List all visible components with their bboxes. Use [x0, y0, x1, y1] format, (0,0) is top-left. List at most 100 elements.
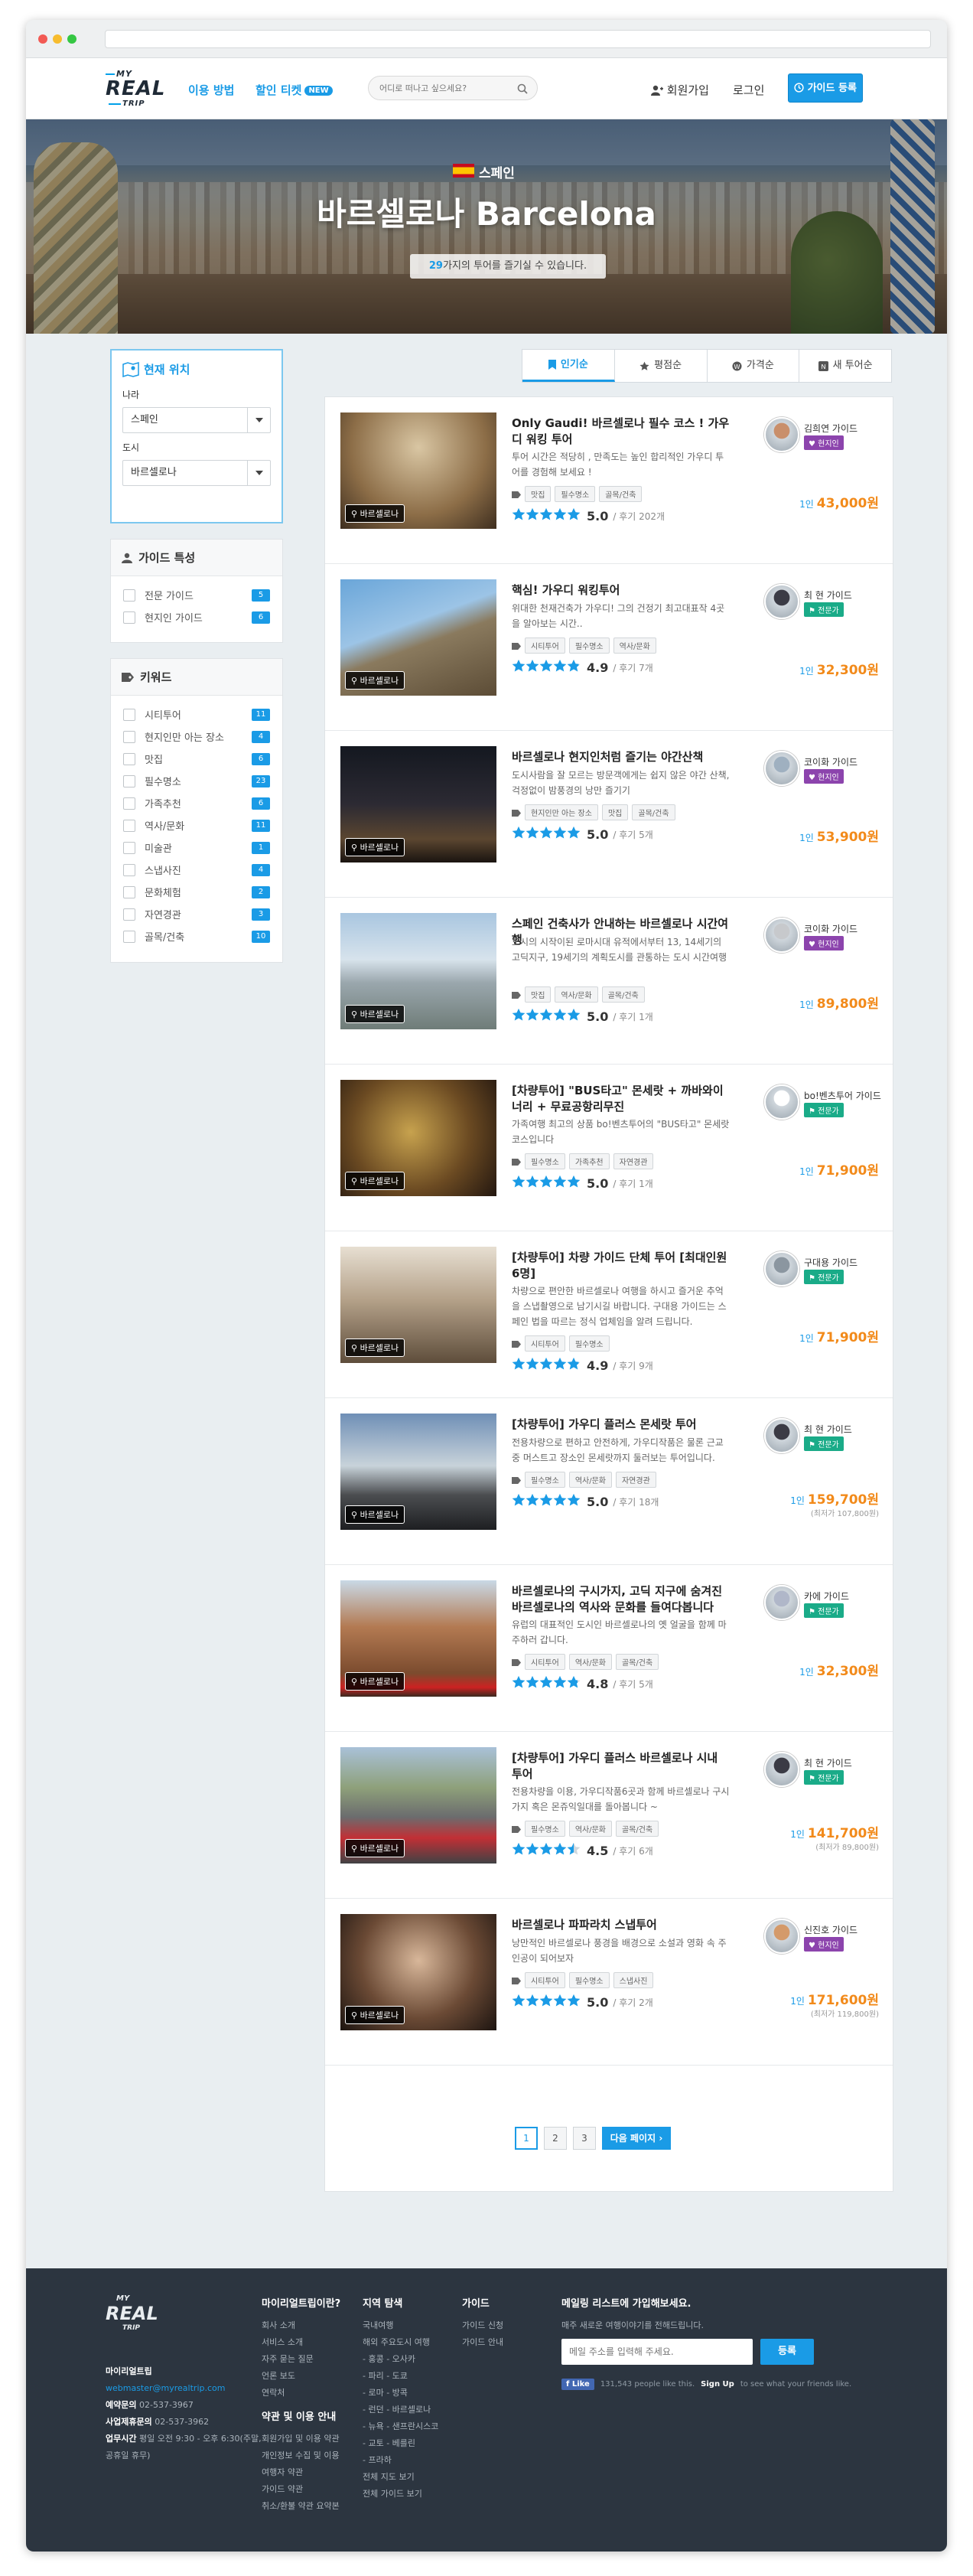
signup-link[interactable]: 회원가입 [651, 82, 709, 98]
tour-tag[interactable]: 필수명소 [525, 1472, 565, 1488]
minimize-window-icon[interactable] [53, 34, 62, 44]
guide-profile[interactable]: 김희연 가이드 ♥ 현지인 [764, 417, 879, 454]
footer-link[interactable]: - 뉴욕 - 샌프란시스코 [363, 2418, 438, 2435]
tour-title[interactable]: Only Gaudi! 바르셀로나 필수 코스 ! 가우디 워킹 투어 [512, 416, 731, 448]
tour-tag[interactable]: 골목/건축 [599, 486, 643, 502]
footer-link[interactable]: 회사 소개 [262, 2317, 340, 2334]
checkbox[interactable] [123, 819, 135, 832]
keyword-filter-item[interactable]: 가족추천 6 [111, 792, 282, 814]
facebook-signup-link[interactable]: Sign Up [701, 2380, 734, 2389]
keyword-filter-item[interactable]: 시티투어 11 [111, 703, 282, 726]
review-count[interactable]: / 후기 6개 [613, 1844, 652, 1857]
tour-title[interactable]: [차량투어] "BUS타고" 몬세랏 + 까바와이너리 + 무료공항리무진 [512, 1083, 731, 1115]
tour-title[interactable]: [차량투어] 차량 가이드 단체 투어 [최대인원 6명] [512, 1250, 731, 1282]
tour-card[interactable]: ⚲ 바르셀로나 스페인 건축사가 안내하는 바르셀로나 시간여행 도시의 시작이된 … [325, 898, 893, 1065]
guide-name[interactable]: 코이화 가이드 [804, 922, 857, 935]
review-count[interactable]: / 후기 18개 [613, 1495, 659, 1508]
footer-link[interactable]: 국내여행 [363, 2317, 438, 2334]
guide-name[interactable]: 구대용 가이드 [804, 1256, 857, 1269]
guide-profile[interactable]: bo!벤츠투어 가이드 ⚑ 전문가 [764, 1084, 881, 1121]
review-count[interactable]: / 후기 5개 [613, 1678, 652, 1691]
guide-type-filter-item[interactable]: 현지인 가이드 6 [111, 606, 282, 628]
guide-profile[interactable]: 신진호 가이드 ♥ 현지인 [764, 1919, 879, 1955]
tour-tag[interactable]: 필수명소 [555, 486, 596, 502]
tour-thumbnail[interactable]: ⚲ 바르셀로나 [340, 1914, 496, 2030]
footer-logo[interactable]: MY REAL TRIP [106, 2294, 158, 2332]
checkbox[interactable] [123, 930, 135, 943]
checkbox[interactable] [123, 774, 135, 787]
tour-tag[interactable]: 역사/문화 [568, 1821, 612, 1837]
tour-tag[interactable]: 스냅사진 [613, 1972, 654, 1988]
site-logo[interactable]: MY REAL TRIP [106, 69, 164, 110]
guide-profile[interactable]: 코이화 가이드 ♥ 현지인 [764, 751, 879, 787]
tour-tag[interactable]: 시티투어 [525, 1335, 565, 1352]
guide-name[interactable]: 코이화 가이드 [804, 755, 857, 768]
tour-tag[interactable]: 필수명소 [568, 1335, 610, 1352]
footer-link[interactable]: - 런던 - 바르셀로나 [363, 2402, 438, 2418]
keyword-filter-item[interactable]: 문화체험 2 [111, 881, 282, 903]
guide-avatar[interactable] [764, 1084, 799, 1120]
tour-tag[interactable]: 맛집 [525, 986, 552, 1003]
tour-tag[interactable]: 필수명소 [525, 1821, 565, 1837]
guide-profile[interactable]: 코이화 가이드 ♥ 현지인 [764, 918, 879, 954]
tab-popular[interactable]: 인기순 [522, 350, 615, 382]
tour-card[interactable]: ⚲ 바르셀로나 [차량투어] 차량 가이드 단체 투어 [최대인원 6명] 차량으로… [325, 1231, 893, 1398]
chevron-down-icon[interactable] [247, 408, 270, 432]
tour-tag[interactable]: 골목/건축 [632, 804, 675, 820]
tour-tag[interactable]: 시티투어 [525, 1654, 565, 1670]
guide-name[interactable]: 최 현 가이드 [804, 589, 852, 602]
checkbox[interactable] [123, 752, 135, 765]
guide-name[interactable]: 최 현 가이드 [804, 1423, 852, 1436]
tour-thumbnail[interactable]: ⚲ 바르셀로나 [340, 913, 496, 1029]
tour-thumbnail[interactable]: ⚲ 바르셀로나 [340, 579, 496, 696]
footer-link[interactable]: - 프라하 [363, 2452, 438, 2469]
tab-price[interactable]: W 가격순 [708, 350, 800, 382]
guide-avatar[interactable] [764, 417, 799, 452]
footer-link[interactable]: - 교토 - 베를린 [363, 2435, 438, 2452]
footer-link[interactable]: 전체 지도 보기 [363, 2469, 438, 2486]
footer-link[interactable]: 가이드 신청 [462, 2317, 503, 2334]
tour-tag[interactable]: 필수명소 [568, 1972, 610, 1988]
checkbox[interactable] [123, 885, 135, 898]
tour-tag[interactable]: 역사/문화 [613, 637, 656, 654]
tour-thumbnail[interactable]: ⚲ 바르셀로나 [340, 1247, 496, 1363]
tour-tag[interactable]: 역사/문화 [568, 1472, 612, 1488]
guide-avatar[interactable] [764, 1251, 799, 1286]
footer-link[interactable]: 언론 보도 [262, 2368, 340, 2385]
review-count[interactable]: / 후기 1개 [613, 1010, 652, 1023]
nav-discount-ticket[interactable]: 할인 티켓 NEW [255, 82, 333, 98]
guide-avatar[interactable] [764, 1919, 799, 1954]
tour-tag[interactable]: 자연경관 [615, 1472, 656, 1488]
tour-tag[interactable]: 시티투어 [525, 1972, 565, 1988]
tour-title[interactable]: [차량투어] 가우디 플러스 바르셀로나 시내 투어 [512, 1750, 731, 1782]
guide-avatar[interactable] [764, 1418, 799, 1453]
footer-link[interactable]: 서비스 소개 [262, 2334, 340, 2351]
keyword-filter-item[interactable]: 골목/건축 10 [111, 925, 282, 947]
tour-thumbnail[interactable]: ⚲ 바르셀로나 [340, 1080, 496, 1196]
keyword-filter-item[interactable]: 스냅사진 4 [111, 859, 282, 881]
footer-link[interactable]: 연락처 [262, 2385, 340, 2402]
checkbox[interactable] [123, 908, 135, 921]
subscribe-button[interactable]: 등록 [760, 2339, 814, 2365]
search-icon[interactable] [517, 83, 528, 97]
guide-profile[interactable]: 최 현 가이드 ⚑ 전문가 [764, 584, 879, 621]
guide-name[interactable]: 김희연 가이드 [804, 422, 857, 435]
tour-title[interactable]: 바르셀로나 현지인처럼 즐기는 야간산책 [512, 749, 731, 765]
footer-link[interactable]: 회원가입 및 이용 약관 [262, 2431, 340, 2447]
chevron-down-icon[interactable] [247, 461, 270, 485]
review-count[interactable]: / 후기 9개 [613, 1359, 652, 1372]
review-count[interactable]: / 후기 1개 [613, 1177, 652, 1190]
guide-name[interactable]: bo!벤츠투어 가이드 [804, 1089, 881, 1102]
next-page-button[interactable]: 다음 페이지 › [602, 2127, 671, 2150]
tour-card[interactable]: ⚲ 바르셀로나 [차량투어] 가우디 플러스 바르셀로나 시내 투어 전용차량을 이… [325, 1732, 893, 1899]
tour-card[interactable]: ⚲ 바르셀로나 Only Gaudi! 바르셀로나 필수 코스 ! 가우디 워킹 … [325, 397, 893, 564]
checkbox[interactable] [123, 730, 135, 743]
tour-thumbnail[interactable]: ⚲ 바르셀로나 [340, 1747, 496, 1864]
tab-new[interactable]: N 새 투어순 [799, 350, 891, 382]
guide-avatar[interactable] [764, 1752, 799, 1787]
guide-name[interactable]: 신진호 가이드 [804, 1923, 857, 1936]
guide-profile[interactable]: 구대용 가이드 ⚑ 전문가 [764, 1251, 879, 1288]
footer-link[interactable]: 전체 가이드 보기 [363, 2486, 438, 2503]
tour-card[interactable]: ⚲ 바르셀로나 [차량투어] "BUS타고" 몬세랏 + 까바와이너리 + 무료공… [325, 1065, 893, 1231]
tour-tag[interactable]: 역사/문화 [555, 986, 598, 1003]
